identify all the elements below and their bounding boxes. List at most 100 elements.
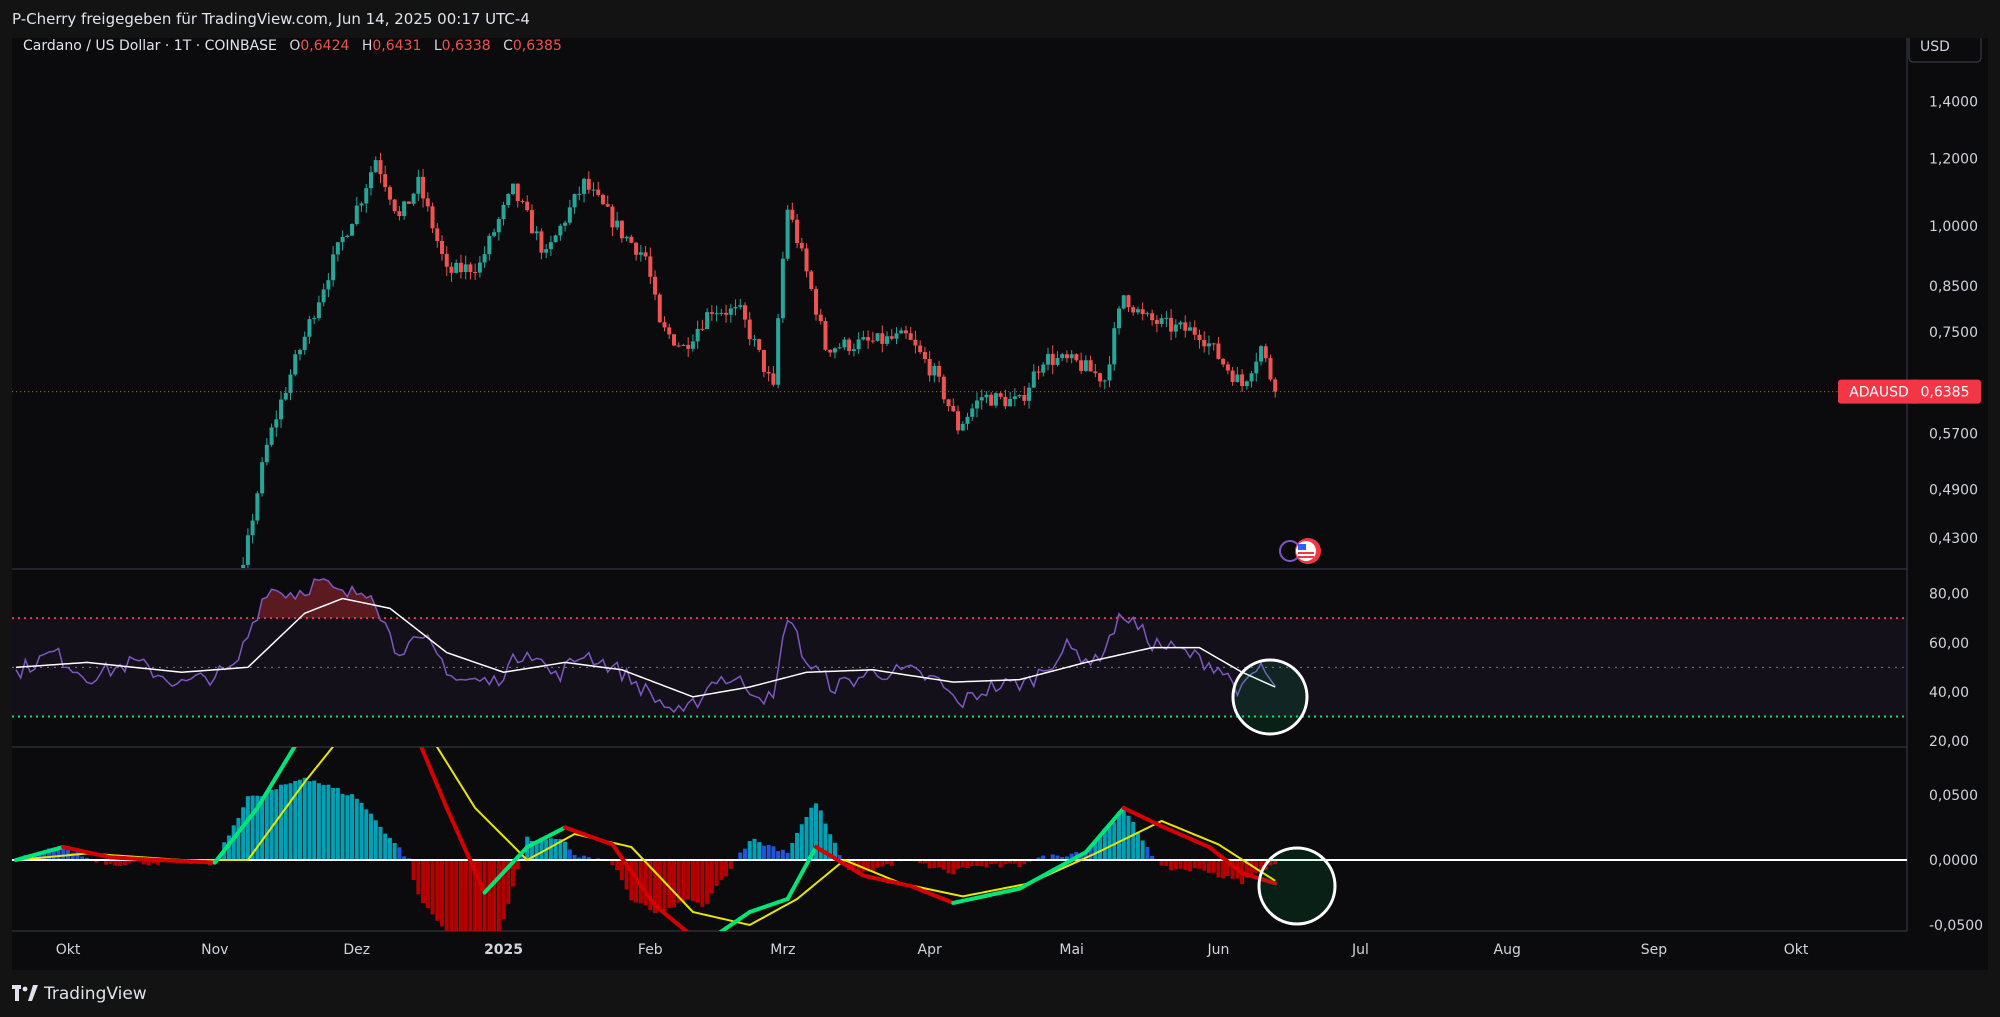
candle	[1178, 320, 1183, 329]
macd-histogram-bar	[875, 860, 880, 868]
price-pane[interactable]	[12, 152, 1907, 638]
price-tick-label: 0,5700	[1929, 427, 1978, 443]
macd-histogram-bar	[440, 860, 445, 927]
candle	[1074, 353, 1079, 362]
candle	[293, 349, 298, 377]
candle-body	[321, 289, 326, 303]
candle	[648, 247, 653, 285]
candle	[449, 262, 454, 282]
candle-body	[539, 231, 544, 253]
candle-body	[870, 340, 875, 342]
candle	[1036, 365, 1041, 380]
candle	[1273, 377, 1278, 398]
candle	[1045, 347, 1050, 371]
candle	[411, 192, 416, 207]
price-tick-label: 1,0000	[1929, 219, 1978, 235]
candle-body	[946, 399, 951, 407]
candle-body	[742, 305, 747, 320]
candle-body	[851, 349, 856, 352]
legend-symbol: Cardano / US Dollar · 1T · COINBASE	[23, 38, 277, 54]
candle-body	[927, 359, 932, 376]
candle-body	[903, 330, 908, 334]
candle-body	[766, 371, 771, 374]
macd-histogram-bar	[245, 796, 250, 860]
candle-body	[596, 189, 601, 195]
candle	[283, 387, 288, 401]
candle	[714, 305, 719, 322]
candle-body	[1183, 322, 1188, 331]
macd-histogram-bar	[667, 860, 672, 908]
candle-body	[1131, 307, 1136, 313]
candle-body	[667, 327, 672, 335]
candle	[605, 195, 610, 208]
footer: TradingView	[0, 970, 2000, 1017]
candle	[1135, 306, 1140, 315]
candle	[440, 235, 445, 261]
macd-histogram-bar	[932, 860, 937, 869]
chart-canvas[interactable]: 1,4000 1,2000 1,0000 0,8500 0,7500 0,5700 0,49…	[12, 38, 1988, 970]
event-markers[interactable]	[1279, 538, 1321, 564]
candle	[331, 246, 336, 287]
candle-body	[90, 603, 94, 604]
candle-body	[132, 606, 136, 607]
candle-body	[501, 204, 506, 220]
candle	[728, 303, 733, 323]
candle-body	[118, 607, 122, 608]
candle-body	[1008, 398, 1013, 407]
macd-histogram-bar	[236, 818, 241, 860]
chart-frame[interactable]: 1,4000 1,2000 1,0000 0,8500 0,7500 0,5700 0,49…	[12, 38, 1988, 970]
candle	[42, 568, 46, 603]
candle	[1008, 392, 1013, 407]
macd-histogram-bar	[1249, 860, 1254, 876]
macd-histogram-bar	[795, 832, 800, 860]
candle	[85, 568, 89, 611]
candle	[264, 438, 269, 466]
candle-body	[956, 411, 961, 431]
price-tick-label: 1,2000	[1929, 151, 1978, 167]
candle	[1121, 295, 1126, 310]
candle-body	[681, 344, 686, 346]
macd-histogram-bar	[1017, 860, 1022, 868]
macd-histogram-bar	[771, 846, 776, 860]
macd-histogram-bar	[496, 860, 501, 931]
candle-body	[856, 339, 861, 350]
macd-line-segment	[305, 725, 310, 730]
macd-histogram-bar	[312, 780, 317, 860]
macd-histogram-bar	[354, 798, 359, 860]
macd-histogram-bar	[870, 860, 875, 872]
tradingview-logo[interactable]: TradingView	[12, 984, 147, 1004]
candle-body	[109, 615, 113, 616]
candle-body	[274, 419, 279, 428]
currency-button[interactable]: USD	[1908, 38, 1982, 63]
macd-histogram-bar	[316, 783, 321, 860]
candle-body	[705, 312, 710, 330]
candle-body	[293, 354, 298, 375]
macd-line-segment	[409, 717, 414, 728]
candle-body	[738, 305, 743, 307]
candle-body	[1249, 373, 1254, 382]
candle-body	[586, 178, 591, 190]
candle-body	[316, 302, 321, 319]
candle	[402, 200, 407, 220]
macd-histogram-bar	[553, 839, 558, 860]
macd-pane[interactable]	[12, 678, 1907, 970]
time-tick-label: Aug	[1494, 942, 1521, 958]
macd-histogram-bar	[1131, 821, 1136, 860]
candle-body	[364, 188, 369, 204]
candle	[653, 270, 658, 301]
candle-body	[454, 262, 459, 273]
macd-histogram-bar	[951, 860, 956, 875]
macd-histogram-bar	[279, 784, 284, 860]
candle	[335, 242, 340, 262]
macd-histogram-bar	[567, 849, 572, 860]
macd-histogram-bar	[615, 860, 620, 871]
candle-body	[1159, 318, 1164, 324]
macd-histogram-bar	[1197, 860, 1202, 869]
candle	[629, 234, 634, 244]
macd-line-segment	[414, 728, 419, 739]
candle	[236, 568, 240, 600]
macd-histogram-bar	[927, 860, 932, 869]
candle	[189, 568, 193, 622]
candle	[965, 412, 970, 430]
candle	[875, 332, 880, 342]
